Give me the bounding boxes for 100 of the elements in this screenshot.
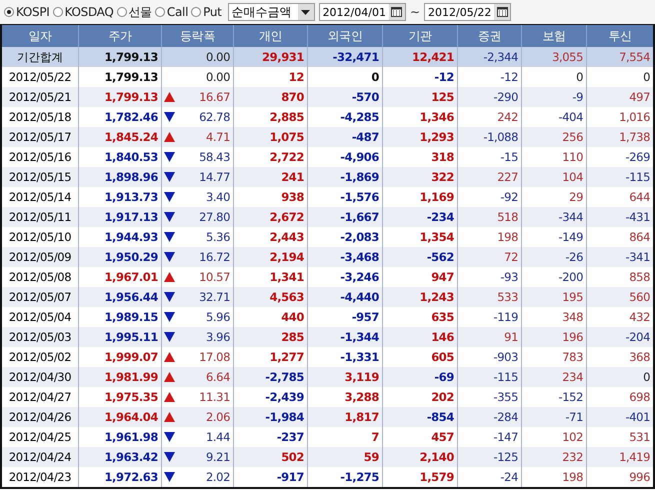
radio-label[interactable]: KOSDAQ xyxy=(64,5,114,19)
date-cell: 2012/04/26 xyxy=(2,407,79,427)
value-cell-text: 560 xyxy=(628,289,651,306)
value-cell-text: 368 xyxy=(628,349,651,366)
price-cell: 1,799.13 xyxy=(79,47,162,67)
value-cell: -71 xyxy=(522,407,587,427)
value-cell: 91 xyxy=(458,327,522,347)
value-cell: -854 xyxy=(383,407,458,427)
change-cell: 10.57 xyxy=(199,270,230,284)
value-cell: 232 xyxy=(522,447,587,467)
date-cell: 2012/05/09 xyxy=(2,247,79,267)
value-cell: -69 xyxy=(383,367,458,387)
value-cell-text: 0 xyxy=(642,369,651,386)
price-cell: 1,845.24 xyxy=(79,127,162,147)
value-cell: -284 xyxy=(458,407,522,427)
value-cell-text: -431 xyxy=(624,209,651,226)
change-cell: 5.36 xyxy=(206,230,230,244)
date-cell: 2012/05/11 xyxy=(2,207,79,227)
radio-label[interactable]: Put xyxy=(203,5,222,19)
change-cell: 32.71 xyxy=(199,290,230,304)
date-field[interactable]: 2012/05/22 xyxy=(424,3,512,21)
radio-button[interactable] xyxy=(52,7,63,17)
radio-button[interactable] xyxy=(116,7,127,17)
value-cell-text: -269 xyxy=(624,149,651,166)
value-cell-text: -401 xyxy=(624,409,651,426)
change-cell: 2.02 xyxy=(206,470,230,484)
change-cell: 16.67 xyxy=(199,90,230,104)
price-cell: 1,972.63 xyxy=(79,467,162,487)
value-cell: 3,055 xyxy=(522,47,587,67)
value-cell: -1,344 xyxy=(308,327,383,347)
radio-button[interactable] xyxy=(154,7,165,17)
value-cell-text: 858 xyxy=(628,269,651,286)
value-cell: -1,275 xyxy=(308,467,383,487)
radio-label[interactable]: 선물 xyxy=(128,4,152,20)
value-cell: 146 xyxy=(383,327,458,347)
value-cell: -4,440 xyxy=(308,287,383,307)
date-cell: 2012/05/03 xyxy=(2,327,79,347)
value-cell: -562 xyxy=(383,247,458,267)
radio-button[interactable] xyxy=(4,7,14,17)
value-cell: 29,931 xyxy=(234,47,308,67)
radio-button[interactable] xyxy=(191,7,202,17)
value-cell: 196 xyxy=(522,327,587,347)
price-cell: 1,963.42 xyxy=(79,447,162,467)
value-cell: -290 xyxy=(458,87,522,107)
date-cell: 2012/05/07 xyxy=(2,287,79,307)
value-cell: -9 xyxy=(522,87,587,107)
value-cell: -570 xyxy=(308,87,383,107)
value-cell: -24 xyxy=(458,467,522,487)
value-cell: 12,421 xyxy=(383,47,458,67)
radio-label[interactable]: KOSPI xyxy=(16,5,50,19)
price-cell: 1,898.96 xyxy=(79,167,162,187)
change-cell: 3.40 xyxy=(206,190,230,204)
value-cell-text: 698 xyxy=(628,389,651,406)
value-cell-text: 864 xyxy=(628,229,651,246)
radio-label[interactable]: Call xyxy=(166,5,188,19)
change-cell: 58.43 xyxy=(199,150,230,164)
value-cell: 198 xyxy=(522,467,587,487)
value-cell: -2,344 xyxy=(458,47,522,67)
value-cell: 1,243 xyxy=(383,287,458,307)
value-cell: 518 xyxy=(458,207,522,227)
change-cell: 5.96 xyxy=(206,310,230,324)
value-cell: 72 xyxy=(458,247,522,267)
value-cell-text: 0 xyxy=(642,69,651,86)
price-cell: 1,917.13 xyxy=(79,207,162,227)
value-cell: -2,785 xyxy=(234,367,308,387)
value-cell: -1,984 xyxy=(234,407,308,427)
value-cell: 1,075 xyxy=(234,127,308,147)
change-cell: 27.80 xyxy=(199,210,230,224)
value-cell-text: 1,016 xyxy=(618,109,651,126)
value-cell: -344 xyxy=(522,207,587,227)
value-cell: 3,119 xyxy=(308,367,383,387)
price-cell: 1,956.44 xyxy=(79,287,162,307)
value-cell: 1,293 xyxy=(383,127,458,147)
date-cell: 2012/04/24 xyxy=(2,447,79,467)
caret-icon xyxy=(301,10,310,14)
date-cell: 기간합계 xyxy=(2,47,79,67)
value-cell-text: 432 xyxy=(628,309,651,326)
value-cell: -917 xyxy=(234,467,308,487)
value-cell: 241 xyxy=(234,167,308,187)
value-cell-text: 996 xyxy=(628,469,651,486)
calendar-icon xyxy=(496,7,508,17)
price-cell: 1,981.99 xyxy=(79,367,162,387)
value-cell: 533 xyxy=(458,287,522,307)
change-cell: 0.00 xyxy=(206,70,230,84)
value-cell: 4,563 xyxy=(234,287,308,307)
value-cell: 870 xyxy=(234,87,308,107)
value-cell: 234 xyxy=(522,367,587,387)
value-cell: 227 xyxy=(458,167,522,187)
change-cell: 62.78 xyxy=(199,110,230,124)
value-cell: 2,194 xyxy=(234,247,308,267)
value-cell-text: -341 xyxy=(624,249,651,266)
change-cell: 11.31 xyxy=(199,390,230,404)
value-cell: 104 xyxy=(522,167,587,187)
value-cell-text: 531 xyxy=(628,429,651,446)
change-cell: 6.64 xyxy=(206,370,230,384)
value-cell: 2,672 xyxy=(234,207,308,227)
date-field[interactable]: 2012/04/01 xyxy=(318,3,406,21)
value-cell: -115 xyxy=(458,367,522,387)
measure-dropdown[interactable]: 순매수금액 xyxy=(228,3,315,21)
value-cell: -1,667 xyxy=(308,207,383,227)
